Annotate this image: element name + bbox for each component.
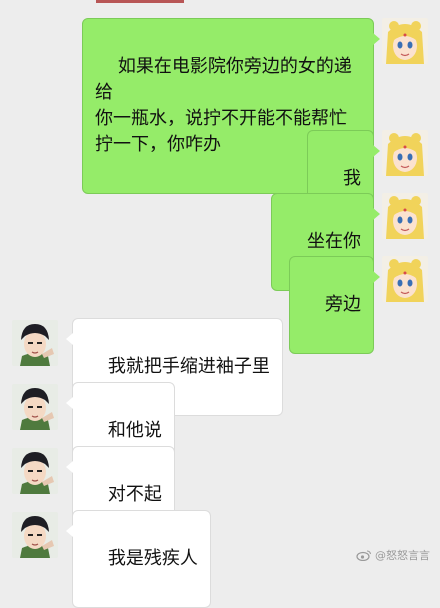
dark-haired-anime-boy-avatar[interactable] bbox=[12, 384, 58, 430]
message-bubble-received[interactable]: 我是残疾人 bbox=[66, 510, 211, 608]
message-text: 旁边 bbox=[325, 294, 361, 315]
dark-haired-anime-boy-avatar[interactable] bbox=[12, 512, 58, 558]
message-text: 和他说 bbox=[107, 420, 162, 441]
blonde-anime-girl-avatar[interactable] bbox=[382, 193, 428, 239]
watermark: @怒怒言言 bbox=[356, 547, 430, 563]
watermark-text: @怒怒言言 bbox=[375, 549, 430, 562]
message-bubble-sent[interactable]: 旁边 bbox=[289, 256, 380, 354]
dark-haired-anime-boy-avatar[interactable] bbox=[12, 320, 58, 366]
message-text: 我就把手缩进袖子里 bbox=[107, 356, 270, 377]
message-text: 我是残疾人 bbox=[107, 548, 198, 569]
blonde-anime-girl-avatar[interactable] bbox=[382, 256, 428, 302]
message-text: 对不起 bbox=[107, 484, 162, 505]
dark-haired-anime-boy-avatar[interactable] bbox=[12, 448, 58, 494]
message-text: 坐在你 bbox=[307, 231, 361, 252]
weibo-icon bbox=[356, 550, 371, 561]
top-edge-strip bbox=[96, 0, 184, 3]
blonde-anime-girl-avatar[interactable] bbox=[382, 130, 428, 176]
message-text: 我 bbox=[343, 168, 361, 189]
blonde-anime-girl-avatar[interactable] bbox=[382, 18, 428, 64]
